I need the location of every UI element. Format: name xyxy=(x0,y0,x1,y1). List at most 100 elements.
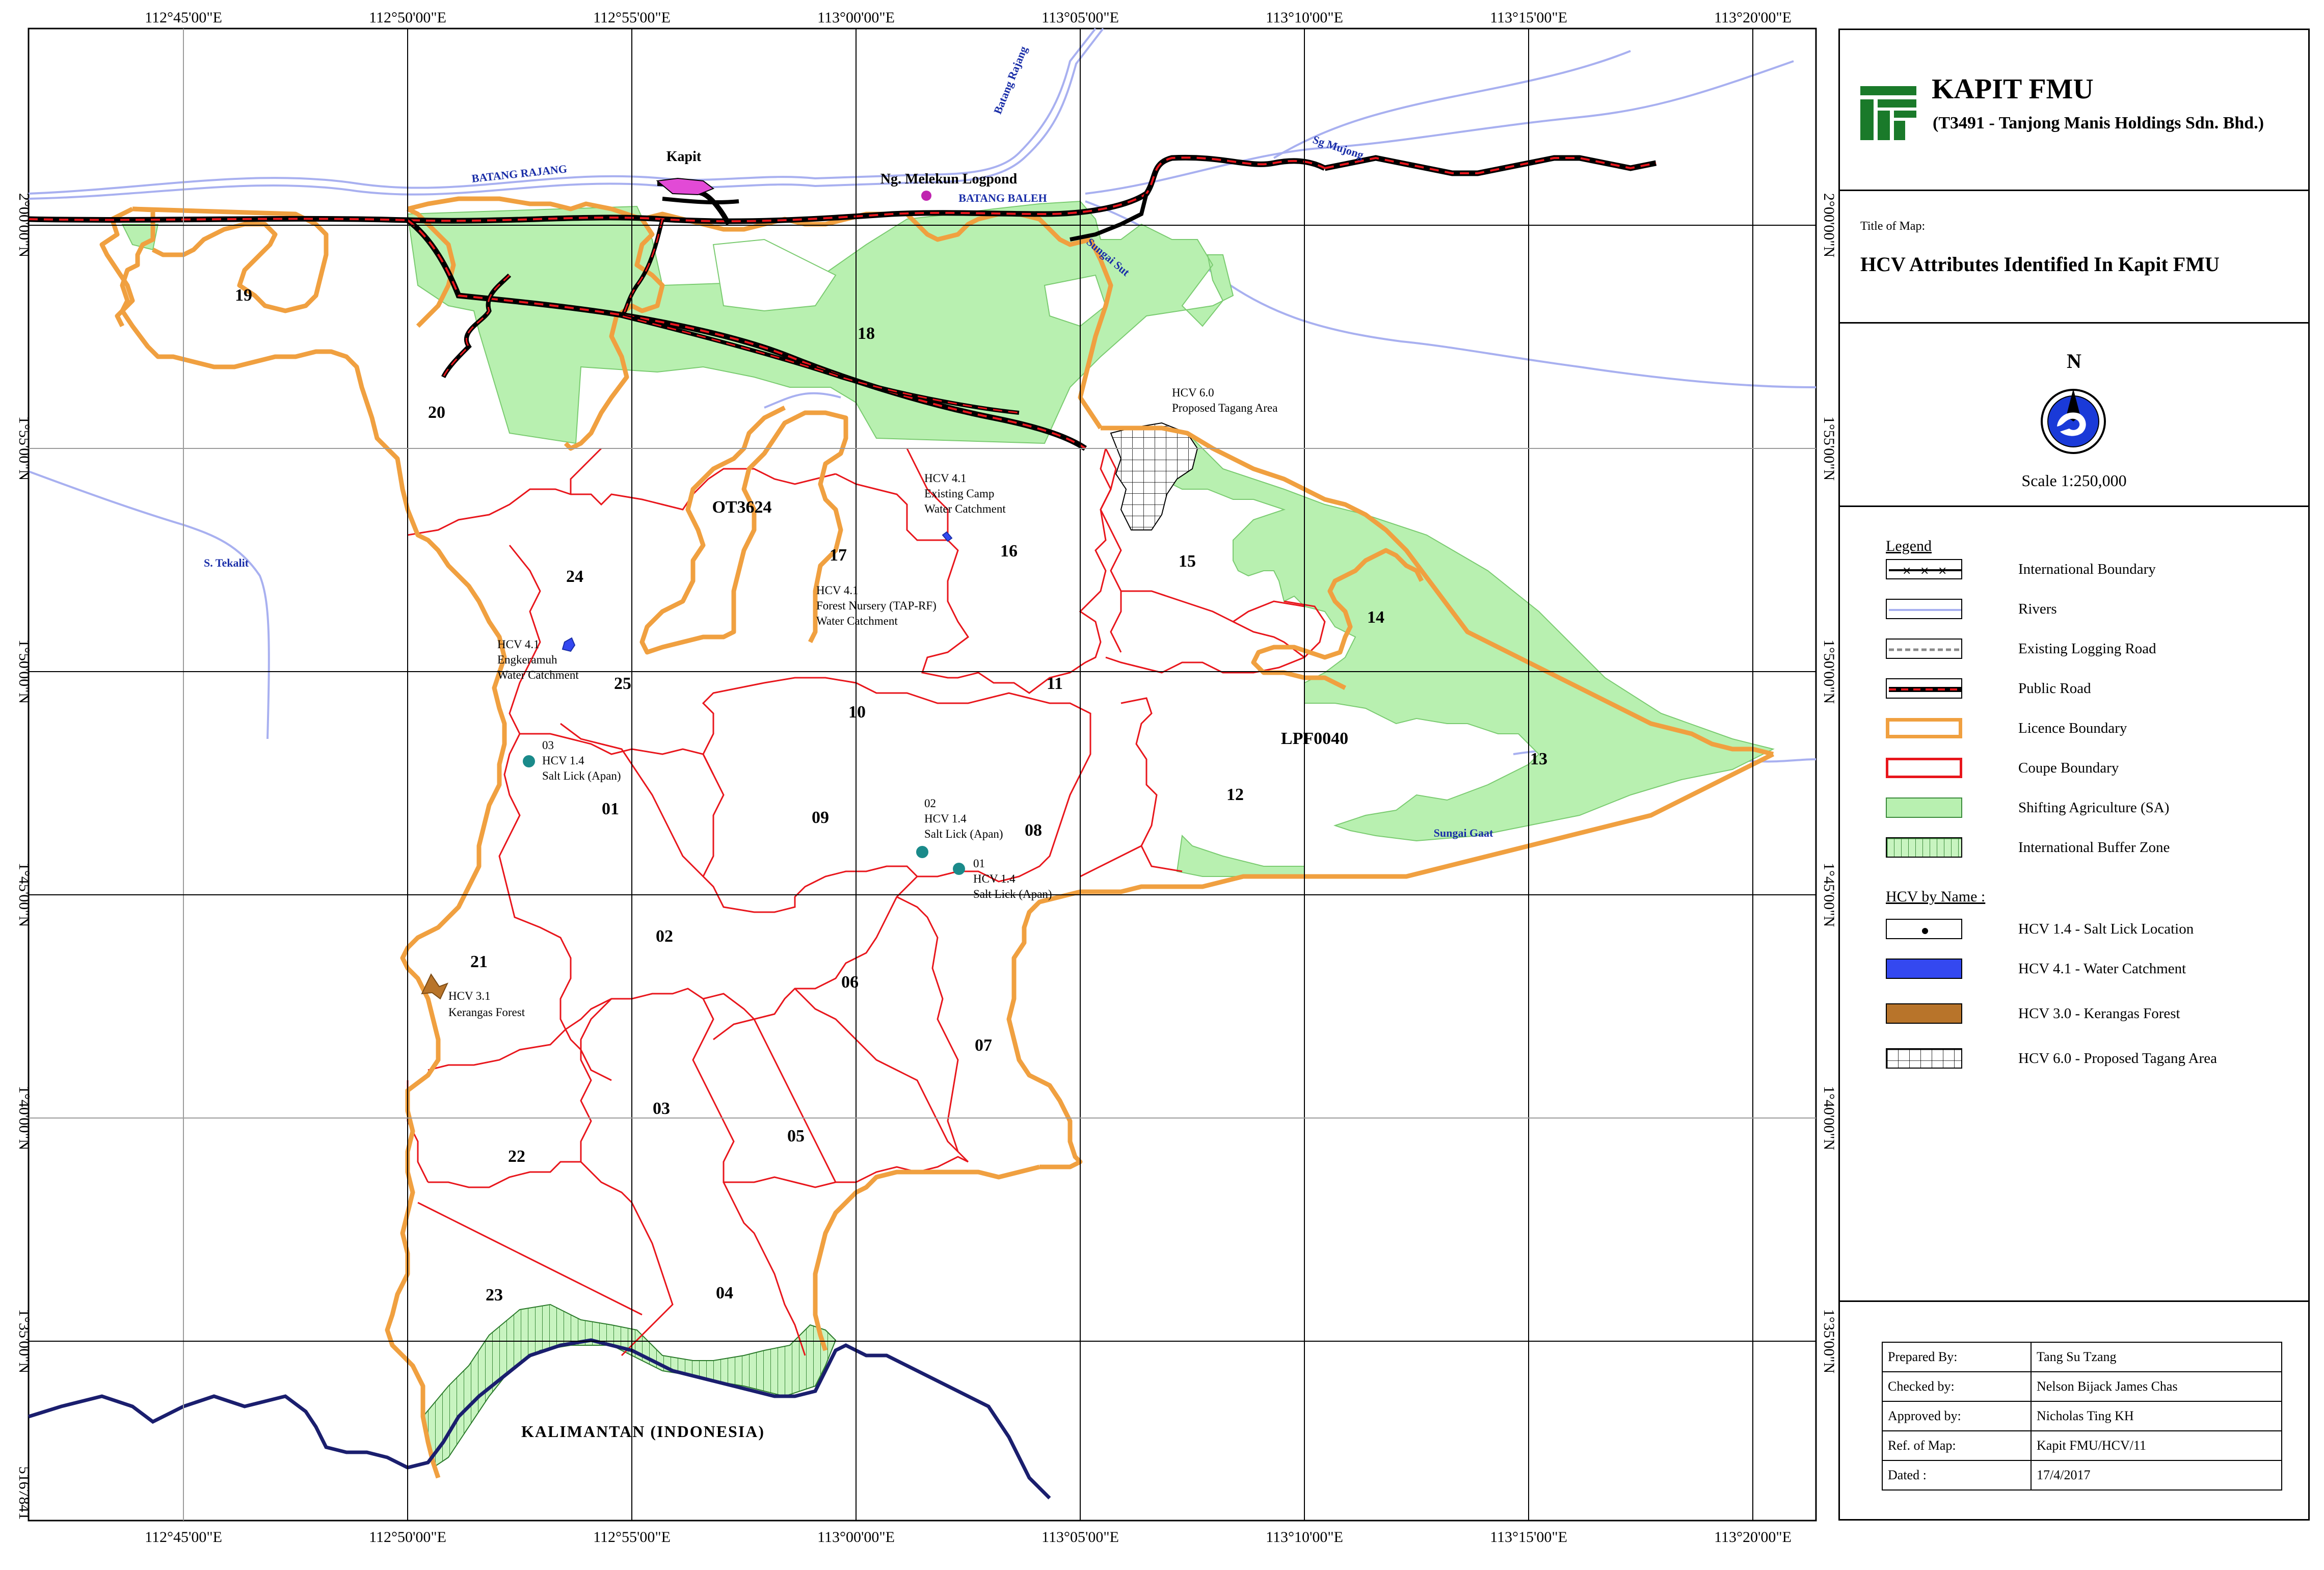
block-number: 19 xyxy=(235,286,252,305)
info-key: Prepared By: xyxy=(1882,1342,2032,1372)
lon-label-top: 112°55'00"E xyxy=(593,9,671,26)
info-row: Approved by: Nicholas Ting KH xyxy=(1882,1401,2282,1431)
salt-lick-02-label-3: Salt Lick (Apan) xyxy=(924,828,1003,840)
batang-baleh-label: BATANG BALEH xyxy=(958,192,1047,204)
block-number: 05 xyxy=(787,1127,805,1146)
legend-item-rivers: Rivers xyxy=(1886,598,2304,620)
lon-label-bottom: 112°45'00"E xyxy=(145,1529,222,1546)
block-number: 12 xyxy=(1226,785,1244,804)
block-number: 09 xyxy=(812,808,829,827)
info-value: Nelson Bijack James Chas xyxy=(2031,1371,2282,1402)
hcv-nursery-label-2: Forest Nursery (TAP-RF) xyxy=(816,599,937,612)
hcv-tagang-label-2: Proposed Tagang Area xyxy=(1172,402,1277,414)
hcv-kerangas-label-2: Kerangas Forest xyxy=(448,1006,525,1019)
kapit-label: Kapit xyxy=(666,149,702,165)
block-number: 13 xyxy=(1530,750,1547,768)
salt-lick-03-label-1: 03 xyxy=(542,739,554,752)
lon-label-top: 112°45'00"E xyxy=(145,9,222,26)
block-number: 23 xyxy=(486,1286,503,1305)
international-boundary-symbol-icon: × × × xyxy=(1886,559,1962,579)
block-number: 18 xyxy=(858,324,875,343)
legend-label: Rivers xyxy=(2018,601,2057,617)
block-number: 20 xyxy=(428,403,445,422)
legend-label: HCV 6.0 - Proposed Tagang Area xyxy=(2018,1050,2217,1067)
lat-label-right: 1°45'00"N xyxy=(1821,863,1837,927)
legend-item-buffer-zone: International Buffer Zone xyxy=(1886,836,2304,859)
legend-label: HCV 3.0 - Kerangas Forest xyxy=(2018,1005,2180,1022)
lon-label-top: 113°15'00"E xyxy=(1490,9,1567,26)
map-info-panel: KAPIT FMU (T3491 - Tanjong Manis Holding… xyxy=(1838,29,2310,1521)
hcv-legend-salt-lick: HCV 1.4 - Salt Lick Location xyxy=(1886,918,2304,940)
legend-label: Shifting Agriculture (SA) xyxy=(2018,800,2170,816)
info-key: Approved by: xyxy=(1882,1401,2032,1431)
svg-text:×: × xyxy=(1920,565,1929,577)
hcv-nursery-label-1: HCV 4.1 xyxy=(816,584,859,597)
salt-lick-03-label-3: Salt Lick (Apan) xyxy=(542,769,621,782)
hcv-legend-tagang: HCV 6.0 - Proposed Tagang Area xyxy=(1886,1047,2304,1070)
block-number: 10 xyxy=(848,703,866,722)
title-of-map-label: Title of Map: xyxy=(1860,220,1926,233)
hcv-legend-title: HCV by Name : xyxy=(1886,888,1986,905)
info-key: Ref. of Map: xyxy=(1882,1430,2032,1461)
legend-item-shifting-agriculture: Shifting Agriculture (SA) xyxy=(1886,796,2304,819)
corner-coordinate: 5167841 xyxy=(16,1467,33,1520)
legend-item-logging-road: Existing Logging Road xyxy=(1886,637,2304,660)
legend-item-licence-boundary: Licence Boundary xyxy=(1886,717,2304,739)
lat-label-right: 1°55'00"N xyxy=(1821,416,1837,481)
block-number: 14 xyxy=(1367,608,1384,627)
lat-label-left: 2°00'00"N xyxy=(16,193,33,257)
block-number: 17 xyxy=(830,546,847,565)
lon-label-bottom: 112°55'00"E xyxy=(593,1529,671,1546)
info-value: Tang Su Tzang xyxy=(2031,1342,2282,1372)
hcv-kerangas-label-1: HCV 3.1 xyxy=(448,990,491,1002)
lat-label-left: 1°35'00"N xyxy=(16,1309,33,1373)
lon-label-top: 112°50'00"E xyxy=(369,9,446,26)
ot3624-label: OT3624 xyxy=(712,498,771,517)
info-row: Prepared By: Tang Su Tzang xyxy=(1882,1342,2282,1372)
logging-road-symbol-icon xyxy=(1886,638,1962,659)
lon-label-bottom: 113°15'00"E xyxy=(1490,1529,1567,1546)
block-number: 24 xyxy=(566,567,583,586)
lon-label-top: 113°00'00"E xyxy=(817,9,895,26)
tagang-symbol-icon xyxy=(1886,1048,1962,1069)
lon-label-top: 113°05'00"E xyxy=(1041,9,1119,26)
lat-label-right: 1°35'00"N xyxy=(1821,1309,1837,1373)
lon-label-bottom: 113°00'00"E xyxy=(817,1529,895,1546)
salt-lick-02-label-1: 02 xyxy=(924,797,936,810)
hcv-tagang-label-1: HCV 6.0 xyxy=(1172,386,1214,399)
kapit-fmu-logo-icon xyxy=(1855,79,1921,145)
legend-label: Licence Boundary xyxy=(2018,720,2127,736)
scale-label: Scale 1:250,000 xyxy=(2021,471,2127,490)
hcv-engkeramuh-label-3: Water Catchment xyxy=(497,669,579,681)
lon-label-bottom: 113°20'00"E xyxy=(1714,1529,1792,1546)
north-label: N xyxy=(2067,350,2081,372)
info-section: Prepared By: Tang Su Tzang Checked by: Nel… xyxy=(1840,1302,2308,1522)
lon-label-bottom: 113°10'00"E xyxy=(1266,1529,1343,1546)
block-number: 02 xyxy=(656,927,673,946)
kerangas-symbol-icon xyxy=(1886,1003,1962,1024)
rivers-symbol-icon xyxy=(1886,599,1962,619)
block-number: 06 xyxy=(841,973,859,992)
block-number: 25 xyxy=(614,674,631,693)
logpond-marker xyxy=(921,191,931,201)
salt-lick-03-marker xyxy=(523,755,535,767)
coupe-boundary-symbol-icon xyxy=(1886,758,1962,778)
lon-label-bottom: 112°50'00"E xyxy=(369,1529,446,1546)
north-scale-section: N Scale 1:250,000 xyxy=(1840,324,2308,507)
shifting-agriculture-symbol-icon xyxy=(1886,797,1962,818)
s-tekalit-label: S. Tekalit xyxy=(204,556,249,569)
lat-label-left: 1°40'00"N xyxy=(16,1086,33,1150)
block-number: 22 xyxy=(508,1147,525,1166)
hcv-legend-water-catchment: HCV 4.1 - Water Catchment xyxy=(1886,957,2304,980)
licence-boundary-symbol-icon xyxy=(1886,718,1962,738)
legend-label: International Buffer Zone xyxy=(2018,839,2170,856)
info-key: Dated : xyxy=(1882,1460,2032,1491)
hcv-camp-label-2: Existing Camp xyxy=(924,487,994,500)
info-value: 17/4/2017 xyxy=(2031,1460,2282,1491)
buffer-zone-symbol-icon xyxy=(1886,837,1962,858)
lat-label-left: 1°45'00"N xyxy=(16,863,33,927)
hcv-engkeramuh-label-2: Engkeramuh xyxy=(497,653,557,666)
lon-label-bottom: 113°05'00"E xyxy=(1041,1529,1119,1546)
legend-item-international-boundary: × × × International Boundary xyxy=(1886,558,2304,580)
legend-label: HCV 1.4 - Salt Lick Location xyxy=(2018,921,2194,937)
